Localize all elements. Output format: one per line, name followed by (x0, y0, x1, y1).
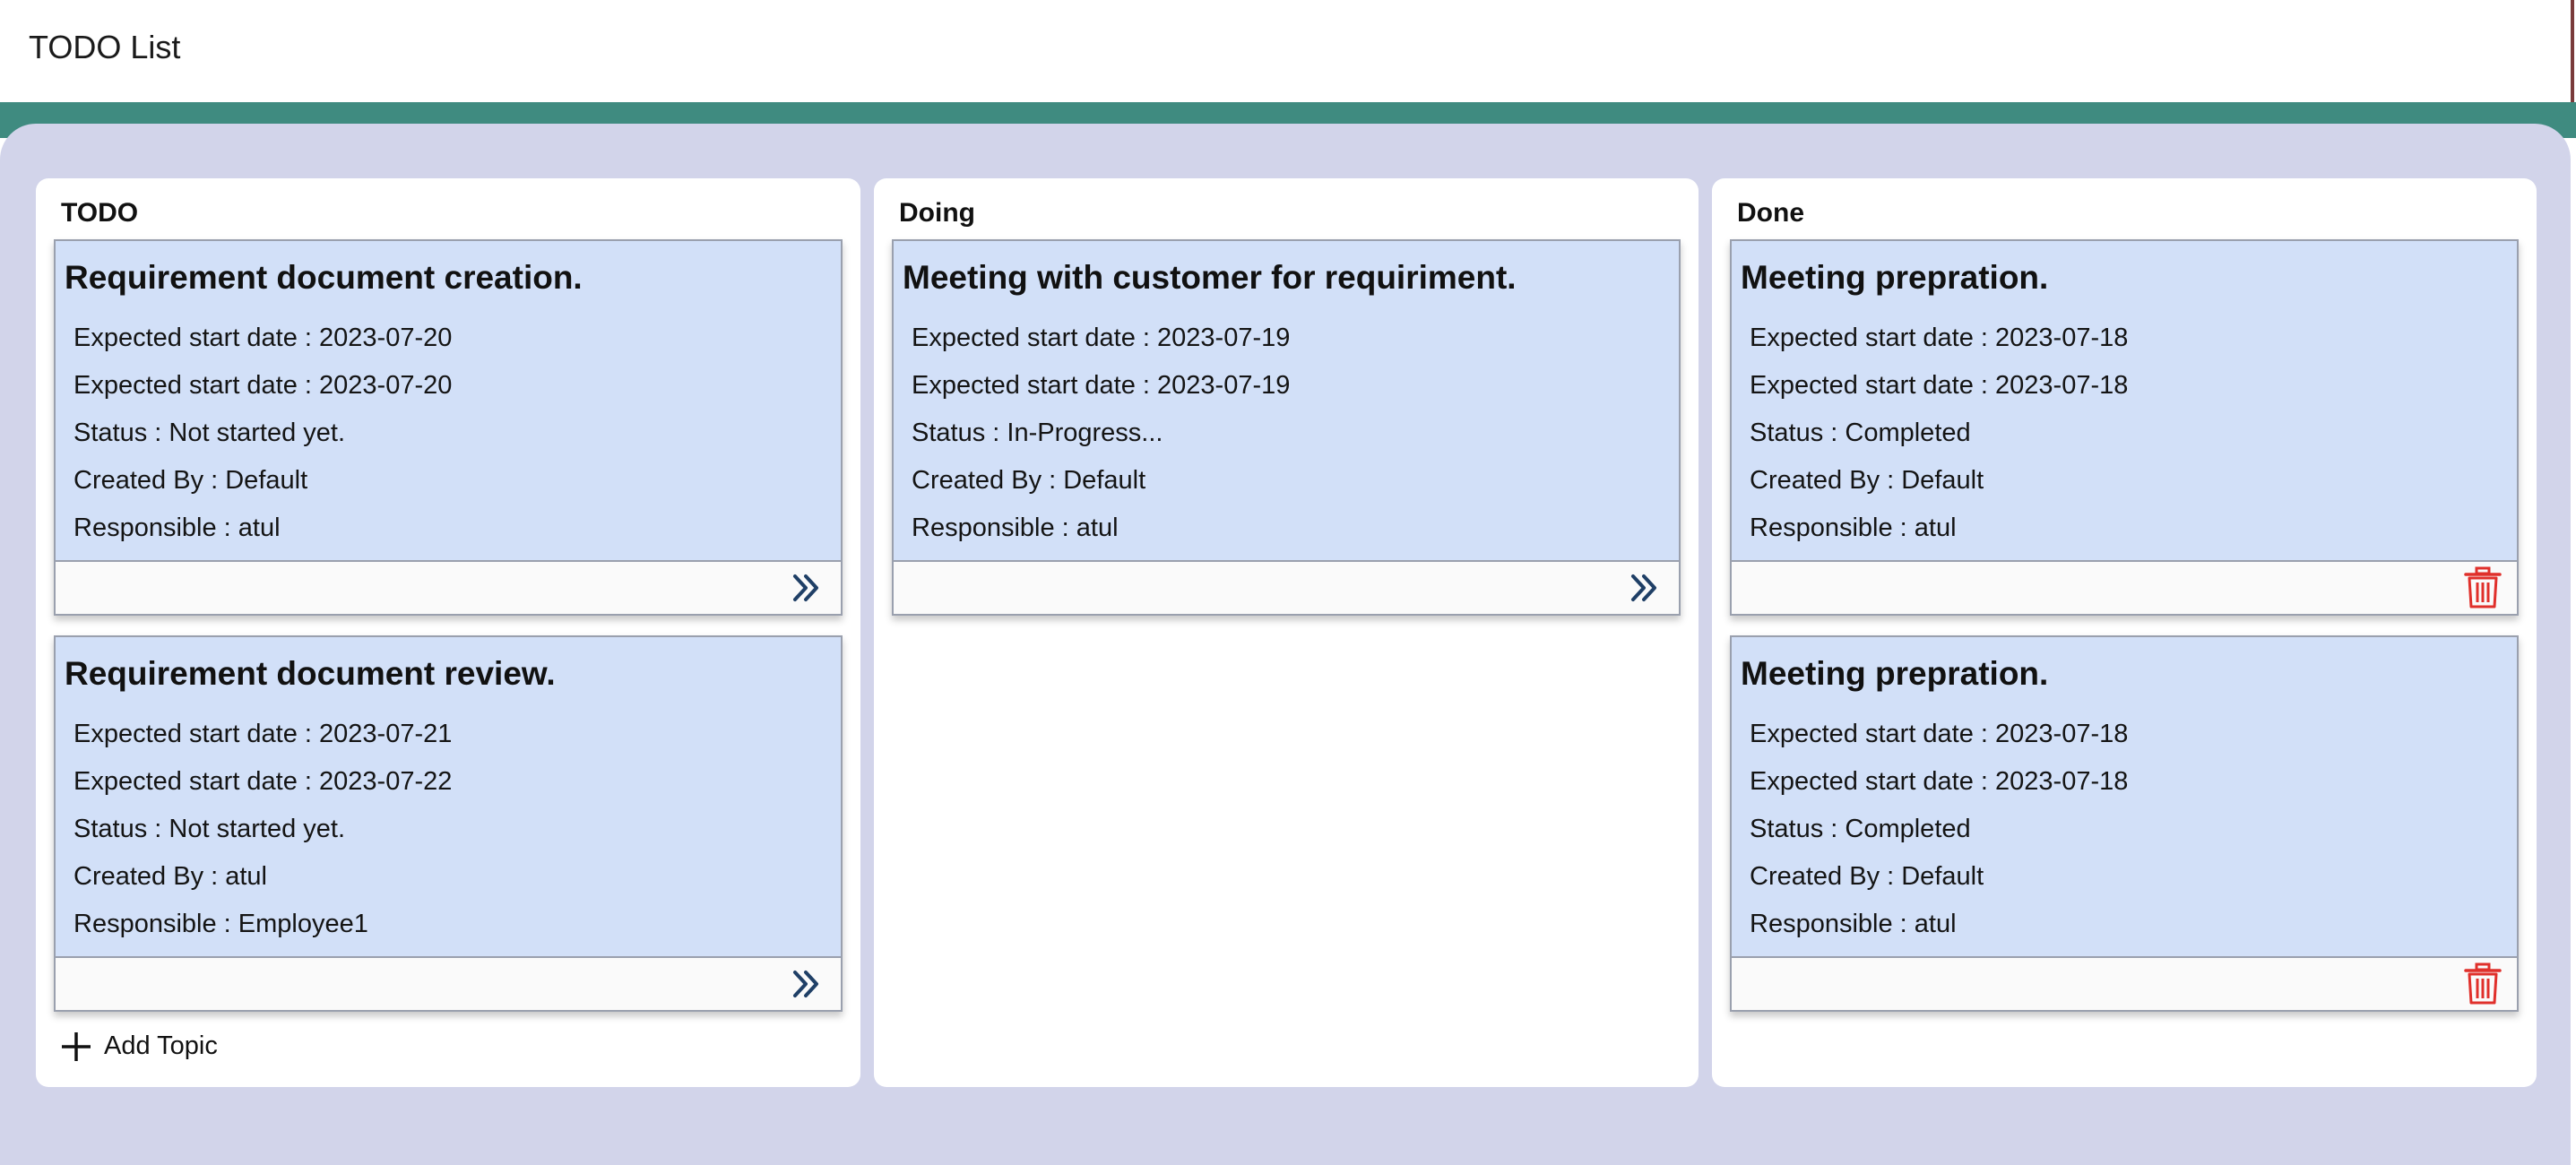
column-title: Doing (899, 198, 975, 228)
app-title: TODO List (29, 29, 181, 65)
card-footer (1732, 956, 2517, 1010)
card-expected-start-date: Expected start date : 2023-07-19 (912, 324, 1291, 352)
card-title: Meeting prepration. (1741, 655, 2049, 692)
card-expected-start-date: Expected start date : 2023-07-18 (1750, 324, 2129, 352)
card-footer (894, 560, 1679, 614)
card-title: Requirement document creation. (65, 259, 583, 296)
app-header: TODO List (0, 0, 2574, 102)
double-chevron-right-icon (793, 574, 818, 601)
card-responsible: Responsible : atul (73, 513, 281, 542)
task-card[interactable]: Meeting with customer for requiriment. E… (892, 239, 1681, 616)
column-done: Done Meeting prepration. Expected start … (1712, 178, 2537, 1087)
card-footer (56, 560, 841, 614)
card-expected-end-date: Expected start date : 2023-07-18 (1750, 767, 2129, 796)
column-doing: Doing Meeting with customer for requirim… (874, 178, 1699, 1087)
task-card[interactable]: Meeting prepration. Expected start date … (1730, 239, 2519, 616)
card-title: Meeting prepration. (1741, 259, 2049, 296)
plus-icon (62, 1032, 91, 1061)
card-status: Status : Completed (1750, 419, 1971, 447)
card-expected-start-date: Expected start date : 2023-07-18 (1750, 720, 2129, 748)
delete-button[interactable] (2463, 962, 2503, 1006)
card-responsible: Responsible : atul (912, 513, 1119, 542)
card-status: Status : In-Progress... (912, 419, 1163, 447)
card-status: Status : Completed (1750, 815, 1971, 843)
double-chevron-right-icon (793, 971, 818, 997)
card-footer (1732, 560, 2517, 614)
double-chevron-right-icon (1631, 574, 1656, 601)
column-title: TODO (61, 198, 139, 228)
card-created-by: Created By : Default (912, 466, 1146, 495)
card-created-by: Created By : Default (73, 466, 308, 495)
card-expected-start-date: Expected start date : 2023-07-20 (73, 324, 453, 352)
move-next-button[interactable] (1627, 571, 1663, 605)
card-status: Status : Not started yet. (73, 419, 346, 447)
card-expected-end-date: Expected start date : 2023-07-20 (73, 371, 453, 400)
card-expected-end-date: Expected start date : 2023-07-18 (1750, 371, 2129, 400)
card-responsible: Responsible : atul (1750, 513, 1957, 542)
card-expected-end-date: Expected start date : 2023-07-19 (912, 371, 1291, 400)
column-todo: TODO Requirement document creation. Expe… (36, 178, 860, 1087)
move-next-button[interactable] (789, 571, 825, 605)
card-responsible: Responsible : atul (1750, 910, 1957, 938)
card-created-by: Created By : Default (1750, 862, 1984, 891)
add-topic-label: Add Topic (104, 1031, 218, 1060)
move-next-button[interactable] (789, 967, 825, 1001)
card-expected-end-date: Expected start date : 2023-07-22 (73, 767, 453, 796)
card-responsible: Responsible : Employee1 (73, 910, 368, 938)
task-card[interactable]: Meeting prepration. Expected start date … (1730, 635, 2519, 1012)
card-title: Meeting with customer for requiriment. (903, 259, 1517, 296)
column-title: Done (1737, 198, 1804, 228)
trash-icon (2464, 962, 2502, 1005)
delete-button[interactable] (2463, 565, 2503, 610)
card-status: Status : Not started yet. (73, 815, 346, 843)
card-title: Requirement document review. (65, 655, 556, 692)
card-footer (56, 956, 841, 1010)
card-expected-start-date: Expected start date : 2023-07-21 (73, 720, 453, 748)
card-created-by: Created By : Default (1750, 466, 1984, 495)
card-created-by: Created By : atul (73, 862, 267, 891)
task-card[interactable]: Requirement document creation. Expected … (54, 239, 843, 616)
task-card[interactable]: Requirement document review. Expected st… (54, 635, 843, 1012)
trash-icon (2464, 566, 2502, 608)
